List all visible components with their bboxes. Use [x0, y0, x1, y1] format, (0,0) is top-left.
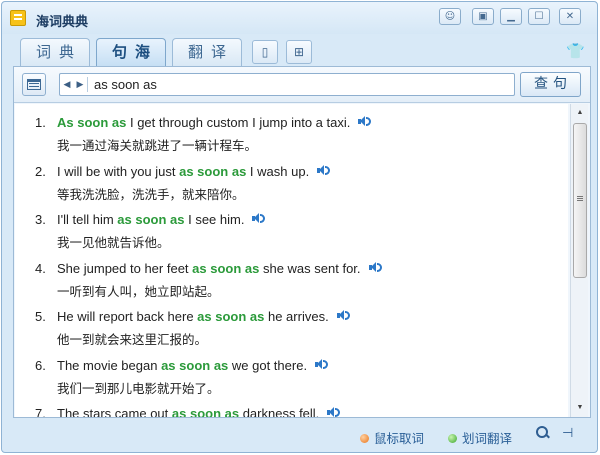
chinese-translation: 我一见他就告诉他。	[57, 235, 170, 250]
english-sentence: As soon as I get through custom I jump i…	[57, 115, 374, 130]
sentence-text: darkness fell.	[239, 406, 320, 417]
chinese-translation: 等我洗洗脸，洗洗手，就来陪你。	[57, 186, 245, 202]
main-panel: ◀ ▶ 查句 1. As soon as I get through custom…	[13, 66, 591, 418]
search-box: ◀ ▶	[59, 73, 515, 96]
pin-icon[interactable]: ⊣	[562, 425, 576, 441]
english-sentence: He will report back here as soon as he a…	[57, 309, 353, 324]
result-number: 7.	[35, 406, 46, 417]
app-window: 海词典典 ☺ ▣ ▁ ☐ ✕ 词典 句海 翻译 ▯ ⊞ 👕 ◀ ▶ 查句 1. A…	[1, 1, 598, 453]
close-icon[interactable]: ✕	[559, 8, 581, 25]
scrollbar[interactable]: ▲ ▼	[570, 104, 588, 417]
sentence-text: The stars came out	[57, 406, 172, 417]
mouse-lookup-toggle[interactable]: 鼠标取词	[360, 428, 424, 447]
add-word-icon[interactable]: ⊞	[286, 40, 312, 64]
calendar-icon[interactable]	[22, 73, 46, 96]
forward-arrow-icon[interactable]: ▶	[74, 76, 86, 93]
speaker-icon[interactable]	[317, 164, 333, 177]
sentence-text: we got there.	[228, 357, 308, 373]
maximize-icon[interactable]: ☐	[528, 8, 550, 25]
english-sentence: I'll tell him as soon as I see him.	[57, 212, 268, 227]
result-number: 5.	[35, 309, 46, 324]
tab-dictionary[interactable]: 词典	[20, 38, 90, 66]
scroll-down-icon[interactable]: ▼	[575, 403, 585, 413]
status-dot-icon	[448, 434, 457, 443]
back-arrow-icon[interactable]: ◀	[61, 76, 73, 93]
sentence-text: I see him.	[184, 212, 245, 227]
chinese-translation: 他一到就会来这里汇报的。	[57, 332, 208, 347]
highlighted-phrase: as soon as	[197, 309, 265, 324]
result-number: 3.	[35, 212, 46, 227]
result-number: 1.	[35, 115, 46, 130]
highlighted-phrase: as soon as	[161, 357, 229, 373]
restore-icon[interactable]: ▣	[472, 8, 494, 25]
app-logo-icon	[10, 10, 26, 26]
speaker-icon[interactable]	[252, 212, 268, 225]
status-dot-icon	[360, 434, 369, 443]
speaker-icon[interactable]	[327, 406, 343, 417]
highlighted-phrase: as soon as	[117, 212, 185, 227]
mouse-lookup-label: 鼠标取词	[374, 431, 425, 446]
sentence-text: I wash up.	[246, 163, 310, 179]
selection-translate-label: 划词翻译	[462, 431, 513, 446]
scroll-thumb[interactable]	[573, 123, 587, 278]
search-button[interactable]: 查句	[520, 72, 581, 97]
sentence-text: I will be with you just	[57, 163, 180, 179]
result-number: 4.	[35, 260, 46, 276]
result-number: 6.	[35, 357, 46, 373]
sentence-text: I'll tell him	[57, 212, 118, 227]
chinese-translation: 一听到有人叫，她立即站起。	[57, 283, 220, 299]
chinese-translation: 我们一到那儿电影就开始了。	[57, 380, 220, 396]
english-sentence: The stars came out as soon as darkness f…	[57, 406, 343, 417]
speaker-icon[interactable]	[315, 358, 331, 371]
sentence-text: He will report back here	[57, 309, 198, 324]
title-bar[interactable]: 海词典典 ☺ ▣ ▁ ☐ ✕	[2, 2, 597, 34]
skin-shirt-icon[interactable]: 👕	[566, 42, 585, 60]
status-bar: 鼠标取词 划词翻译 ⊣	[2, 420, 597, 450]
search-input[interactable]	[94, 76, 504, 93]
speaker-icon[interactable]	[358, 115, 374, 128]
divider	[87, 77, 88, 92]
sentence-text: he arrives.	[264, 309, 329, 324]
sentence-results: 1. As soon as I get through custom I jump…	[15, 104, 568, 417]
sentence-text: I get through custom I jump into a taxi.	[126, 115, 351, 130]
tab-sentences[interactable]: 句海	[96, 38, 166, 66]
notebook-icon[interactable]: ▯	[252, 40, 278, 64]
highlighted-phrase: As soon as	[57, 115, 127, 130]
english-sentence: The movie began as soon as we got there.	[57, 358, 331, 373]
minimize-icon[interactable]: ▁	[500, 8, 522, 25]
english-sentence: I will be with you just as soon as I was…	[57, 164, 333, 179]
english-sentence: She jumped to her feet as soon as she wa…	[57, 261, 385, 276]
highlighted-phrase: as soon as	[192, 260, 260, 276]
chat-icon[interactable]: ☺	[439, 8, 461, 25]
scroll-up-icon[interactable]: ▲	[575, 108, 585, 118]
sentence-text: She jumped to her feet	[57, 260, 193, 276]
selection-translate-toggle[interactable]: 划词翻译	[448, 428, 512, 447]
search-icon[interactable]	[536, 426, 550, 440]
sentence-text: The movie began	[57, 357, 162, 373]
tab-translate[interactable]: 翻译	[172, 38, 242, 66]
app-title: 海词典典	[36, 15, 89, 30]
chinese-translation: 我一通过海关就跳进了一辆计程车。	[57, 138, 258, 153]
search-bar: ◀ ▶ 查句	[14, 67, 590, 103]
speaker-icon[interactable]	[368, 261, 385, 274]
sentence-text: she was sent for.	[259, 260, 361, 276]
highlighted-phrase: as soon as	[171, 406, 240, 417]
highlighted-phrase: as soon as	[179, 163, 247, 179]
speaker-icon[interactable]	[336, 309, 353, 322]
result-number: 2.	[35, 163, 46, 179]
